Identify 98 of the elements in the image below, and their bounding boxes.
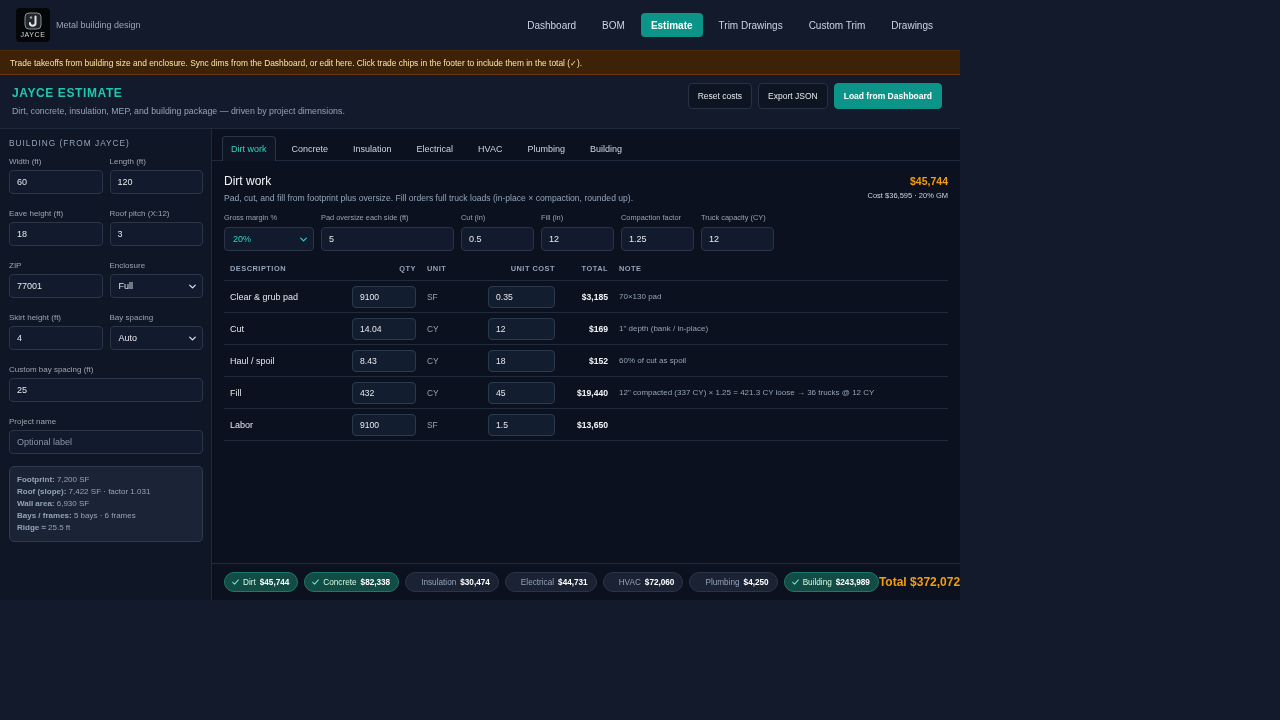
select-field[interactable]: Full: [109, 274, 203, 298]
input-field[interactable]: Optional label: [9, 430, 203, 454]
nav-tab[interactable]: Dashboard: [517, 13, 587, 37]
input-field[interactable]: 12: [701, 227, 774, 251]
section-title: Dirt work: [224, 174, 273, 188]
grand-total: Total $372,072: [878, 575, 961, 589]
select-field[interactable]: Auto: [109, 326, 203, 350]
table-cell-text: SF: [426, 291, 438, 302]
check-icon: [312, 579, 320, 585]
trade-chip[interactable]: Dirt $45,744: [224, 572, 299, 592]
unit-cost-input[interactable]: 0.35: [488, 285, 555, 308]
action-button[interactable]: Export JSON: [758, 83, 828, 109]
summary-line: Bays / frames: 5 bays · 6 frames: [17, 510, 137, 522]
app-tagline: Metal building design: [56, 20, 141, 30]
field-label: Eave height (ft): [9, 209, 65, 219]
field-label: Bay spacing: [109, 313, 155, 323]
table-cell-text: Fill: [229, 387, 242, 398]
table-cell-text: Haul / spoil: [229, 355, 275, 366]
table-cell: $152: [588, 355, 608, 366]
section-price: $45,744: [910, 174, 948, 188]
table-cell-text: Labor: [229, 419, 254, 430]
nav-tab[interactable]: BOM: [592, 13, 635, 37]
category-tab[interactable]: Plumbing: [518, 136, 574, 161]
table-cell-text: CY: [426, 323, 439, 334]
section-description: Pad, cut, and fill from footprint plus oversize. Fill orders full truck loads (in-place × compaction, rounded up).: [224, 192, 634, 204]
input-field[interactable]: 0.5: [461, 227, 534, 251]
summary-line: Wall area: 6,930 SF: [17, 498, 91, 510]
field-label: Length (ft): [109, 157, 147, 167]
page-title: JAYCE ESTIMATE: [12, 86, 124, 100]
table-cell: $169: [588, 323, 608, 334]
table-cell-text: 1" depth (bank / in-place): [618, 324, 709, 333]
select-field[interactable]: 20%: [224, 227, 314, 251]
trade-chip[interactable]: Plumbing $4,250: [689, 572, 778, 592]
input-field[interactable]: 3: [109, 222, 203, 246]
category-tab[interactable]: Insulation: [344, 136, 401, 161]
unit-cost-input[interactable]: 12: [488, 317, 555, 340]
qty-input[interactable]: 432: [352, 381, 416, 404]
field-label: Roof pitch (X:12): [109, 209, 171, 219]
action-button[interactable]: Load from Dashboard: [833, 83, 942, 109]
category-tab[interactable]: Electrical: [407, 136, 463, 161]
table-cell-text: Cut: [229, 323, 244, 334]
input-field[interactable]: 77001: [9, 274, 103, 298]
category-tab[interactable]: Dirt work: [222, 136, 276, 161]
trade-chip[interactable]: Building $243,989: [783, 572, 879, 592]
summary-line: Footprint: 7,200 SF: [17, 474, 91, 486]
table-cell-text: CY: [426, 355, 439, 366]
trade-chip[interactable]: HVAC $72,060: [602, 572, 684, 592]
check-icon: [232, 579, 239, 585]
field-label: Custom bay spacing (ft): [9, 365, 95, 375]
table-cell: $13,650: [576, 419, 608, 430]
category-tab[interactable]: HVAC: [469, 136, 512, 161]
table-cell-text: 60% of cut as spoil: [618, 356, 687, 365]
table-cell: $3,185: [581, 291, 608, 302]
qty-input[interactable]: 14.04: [352, 317, 416, 340]
unit-cost-input[interactable]: 45: [488, 381, 555, 404]
nav-tab[interactable]: Custom Trim: [798, 13, 876, 37]
summary-line: Roof (slope): 7,422 SF · factor 1.031: [17, 486, 152, 498]
input-field[interactable]: 12: [541, 227, 614, 251]
category-tab[interactable]: Building: [580, 136, 631, 161]
table-cell-text: Clear & grub pad: [229, 291, 299, 302]
table-cell-text: 12" compacted (337 CY) × 1.25 = 421.3 CY loose → 36 trucks @ 12 CY: [618, 388, 875, 397]
page-subtitle: Dirt, concrete, insulation, MEP, and building package — driven by project dimensions.: [12, 105, 345, 117]
input-field[interactable]: 60: [9, 170, 103, 194]
section-heading: BUILDING (FROM JAYCE): [9, 138, 131, 148]
trade-chip[interactable]: Concrete $82,338: [304, 572, 400, 592]
field-label: Enclosure: [109, 261, 147, 271]
field-label: Project name: [9, 417, 58, 427]
chevron-down-icon: [189, 283, 196, 289]
trade-chip[interactable]: Insulation $30,474: [405, 572, 499, 592]
chevron-down-icon: [189, 335, 196, 341]
field-label: ZIP: [9, 261, 23, 271]
unit-cost-input[interactable]: 1.5: [488, 413, 555, 436]
trade-chip[interactable]: Electrical $44,731: [504, 572, 597, 592]
nav-tab[interactable]: Estimate: [640, 13, 703, 37]
table-cell: $19,440: [576, 387, 608, 398]
summary-line: Ridge ≈ 25.5 ft: [17, 522, 72, 534]
table-cell-text: 70×130 pad: [618, 292, 662, 301]
nav-tab[interactable]: Trim Drawings: [708, 13, 793, 37]
table-cell-text: CY: [426, 387, 439, 398]
input-field[interactable]: 5: [321, 227, 454, 251]
qty-input[interactable]: 9100: [352, 413, 416, 436]
qty-input[interactable]: 8.43: [352, 349, 416, 372]
input-field[interactable]: 1.25: [621, 227, 694, 251]
action-button[interactable]: Reset costs: [687, 83, 753, 109]
check-icon: [791, 579, 799, 585]
qty-input[interactable]: 9100: [352, 285, 416, 308]
field-label: Skirt height (ft): [9, 313, 62, 323]
chevron-down-icon: [300, 236, 307, 242]
unit-cost-input[interactable]: 18: [488, 349, 555, 372]
table-cell-text: SF: [426, 419, 438, 430]
input-field[interactable]: 4: [9, 326, 103, 350]
input-field[interactable]: 120: [109, 170, 203, 194]
nav-tab[interactable]: Drawings: [881, 13, 943, 37]
category-tab[interactable]: Concrete: [282, 136, 338, 161]
input-field[interactable]: 25: [9, 378, 203, 402]
info-banner: Trade takeoffs from building size and enclosure. Sync dims from the Dashboard, or edit here. Click trade chips in the footer to include them in the total (✓).: [0, 50, 960, 75]
input-field[interactable]: 18: [9, 222, 103, 246]
field-label: Width (ft): [9, 157, 43, 167]
